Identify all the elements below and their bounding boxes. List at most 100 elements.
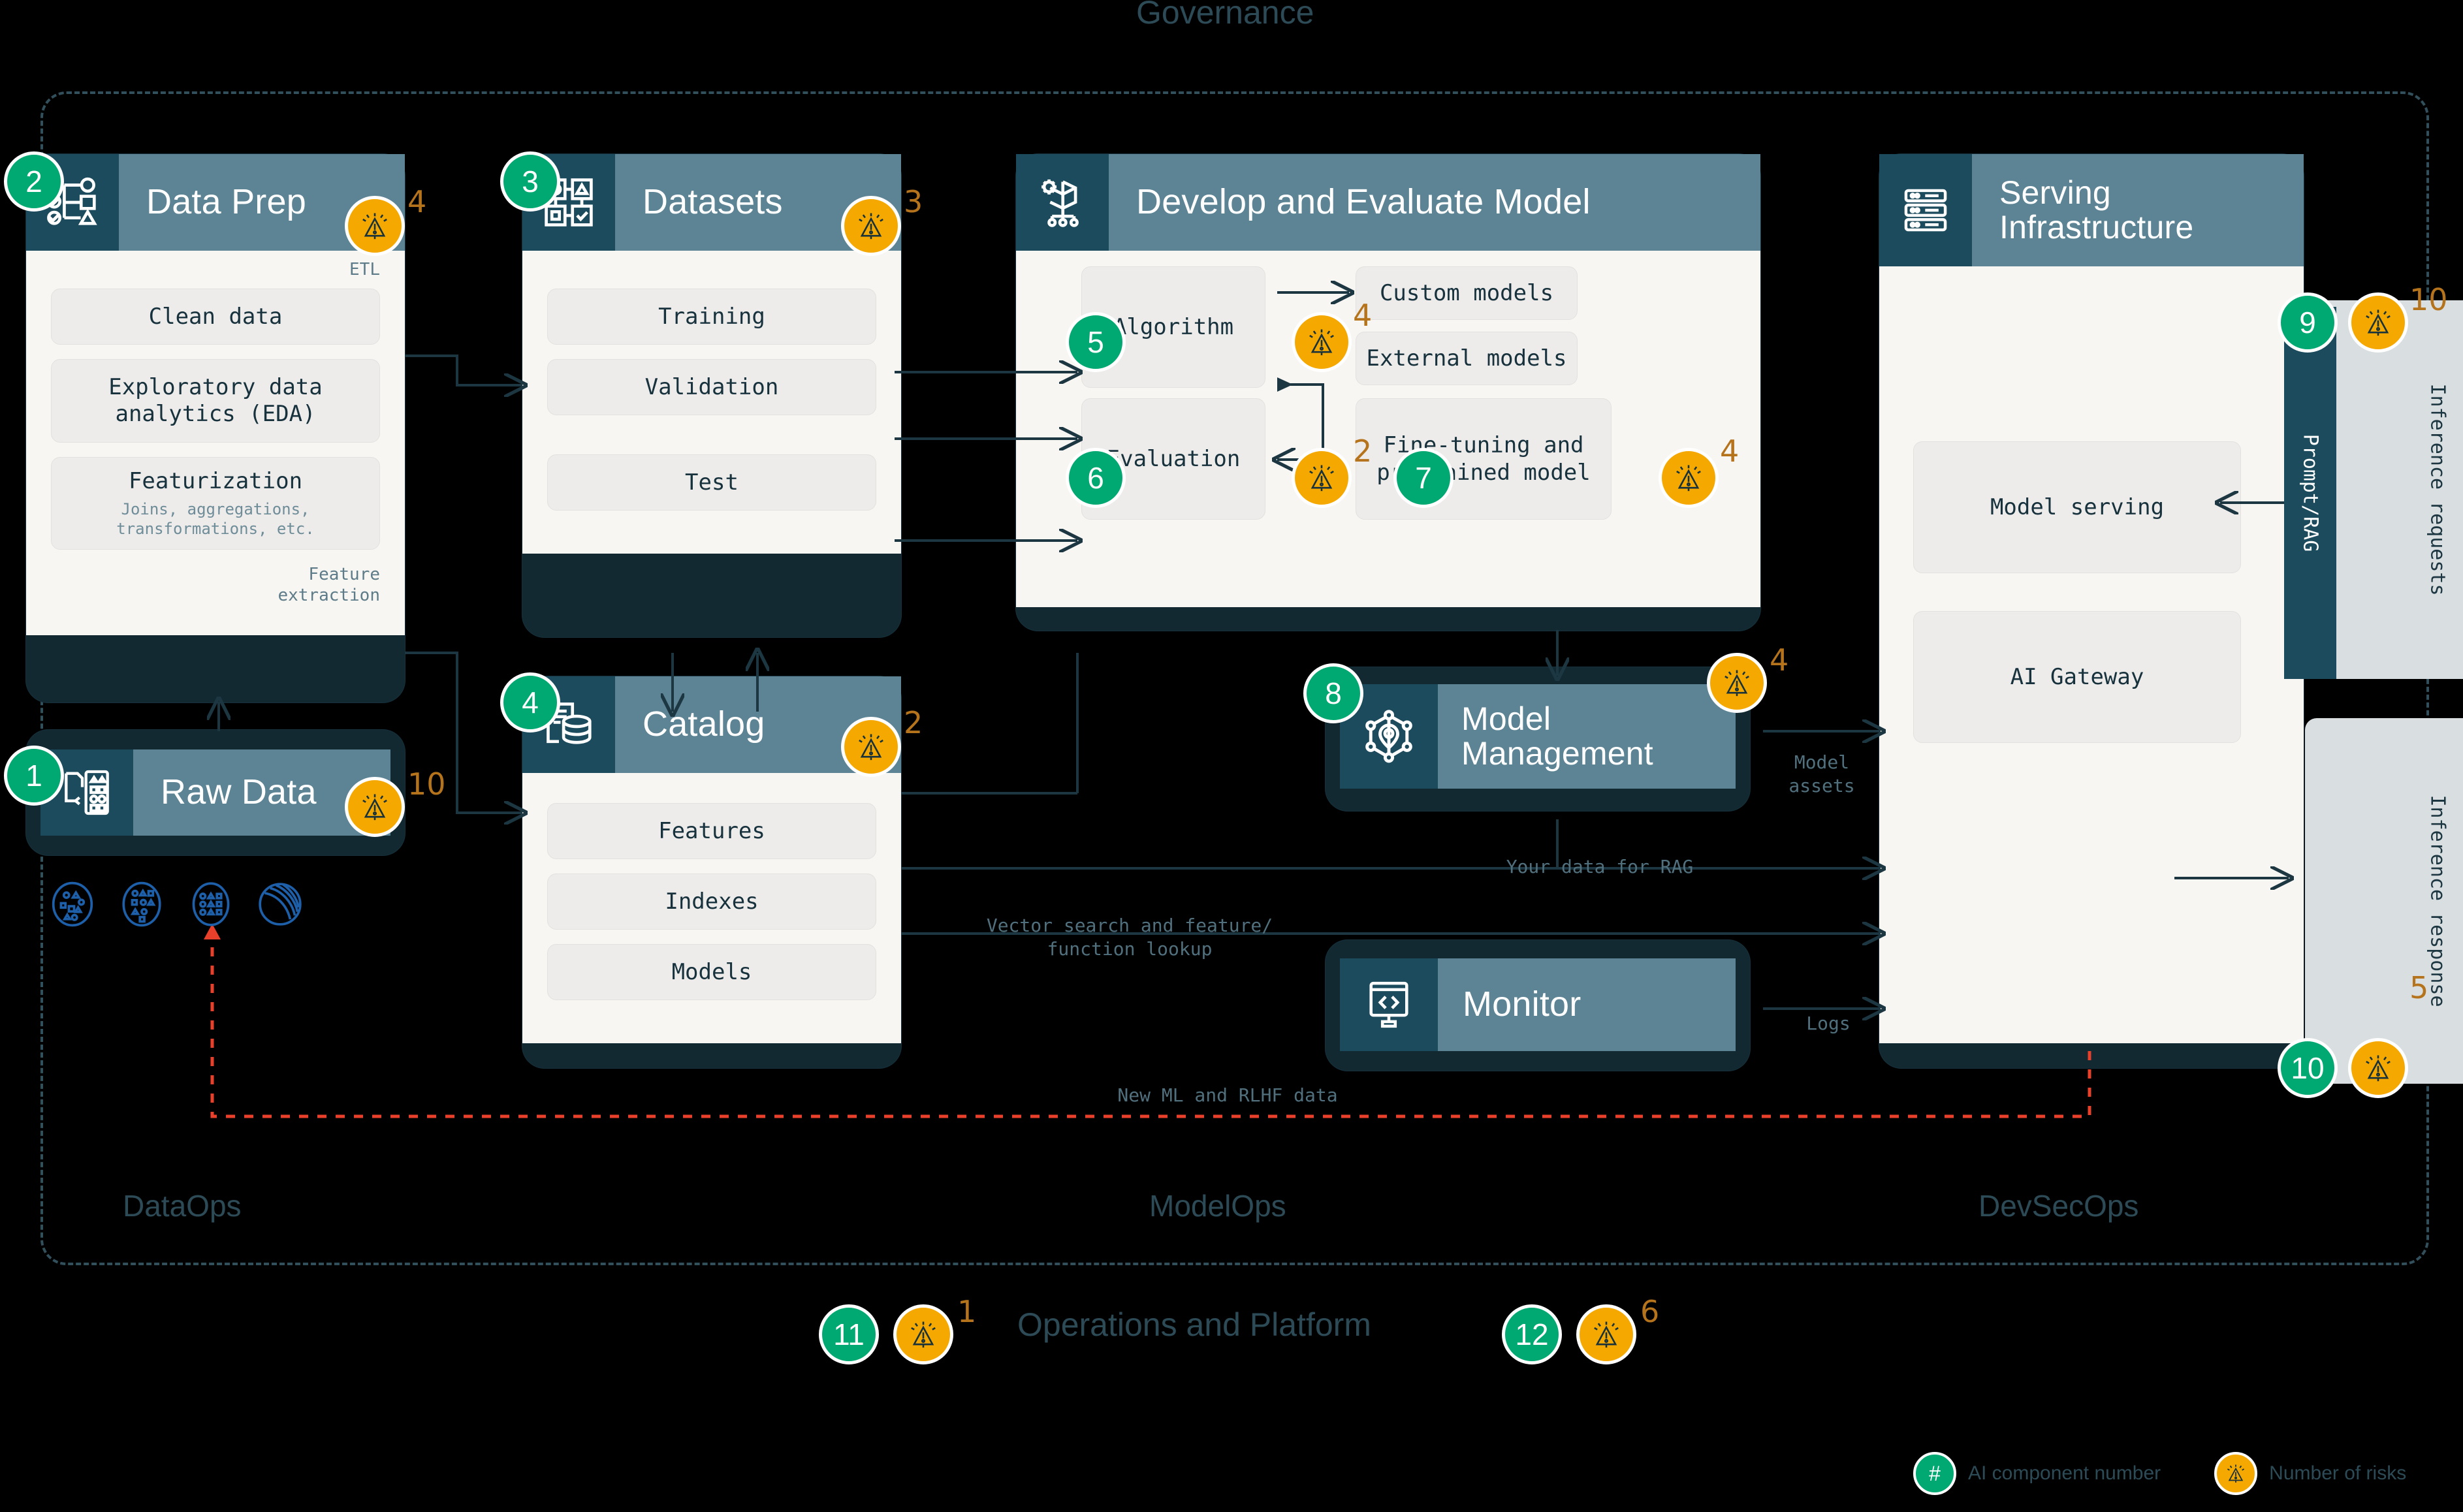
develop-title: Develop and Evaluate Model [1136,182,1591,222]
pill-featurization[interactable]: Featurization Joins, aggregations, trans… [51,456,380,550]
gear-network-icon [1016,154,1109,251]
card-develop-evaluate-model[interactable]: Develop and Evaluate Model Algorithm Eva… [1016,154,1760,631]
risk-count-ops-12: 6 [1640,1294,1660,1329]
warning-icon [911,1321,936,1348]
scattered-shapes-icon [52,881,93,927]
warning-icon [362,794,387,821]
component-badge-1[interactable]: 1 [4,746,64,806]
raw-data-header: Raw Data [40,749,390,836]
ops-platform-title: Operations and Platform [1017,1306,1371,1343]
structured-grid-icon [192,882,230,926]
data-prep-body: ETL Clean data Exploratory data analytic… [26,251,405,635]
risk-count-fine-tuning: 4 [1720,433,1740,469]
risk-badge-ops-11[interactable] [893,1304,953,1364]
monitor-title: Monitor [1463,984,1581,1024]
card-monitor[interactable]: Monitor [1326,940,1750,1071]
raw-data-title: Raw Data [161,772,317,812]
serving-title: Serving Infrastructure [1999,174,2194,245]
component-badge-6[interactable]: 6 [1066,448,1126,508]
component-badge-5[interactable]: 5 [1066,312,1126,372]
pill-featurization-sub: Joins, aggregations, transformations, et… [116,499,315,538]
risk-count-prompt-rag: 10 [2409,282,2448,317]
component-badge-2[interactable]: 2 [4,151,64,212]
risk-badge-ops-12[interactable] [1576,1304,1636,1364]
wire-label-logs: Logs [1806,1013,1851,1034]
monitor-title-box: Monitor [1438,958,1736,1051]
governance-title: Governance [1136,0,1314,31]
warning-icon [2366,309,2391,336]
model-management-title: Model Management [1461,701,1653,772]
diagram-canvas: Governance DataOps ModelOps DevSecOps Da… [0,0,2463,1512]
monitor-header: Monitor [1340,958,1736,1051]
wire-label-vector-search: Vector search and feature/ function look… [986,915,1273,960]
card-serving-infrastructure[interactable]: Serving Infrastructure Model serving AI … [1879,154,2304,1068]
warning-icon [2227,1464,2245,1483]
inference-response-strip[interactable]: Inference response [2305,718,2463,1084]
warning-icon [1724,670,1749,697]
develop-internal-arrows [1016,251,1760,607]
risk-badge-catalog[interactable] [841,717,901,777]
warning-icon [859,213,883,240]
raw-data-source-icons [48,880,304,928]
zone-label-devsecops: DevSecOps [1978,1189,2139,1223]
develop-body: Algorithm Evaluation Custom models Exter… [1016,251,1760,607]
risk-badge-model-management[interactable] [1707,653,1767,713]
pill-training[interactable]: Training [547,289,876,345]
risk-count-data-prep: 4 [407,184,427,219]
feature-extraction-label: Feature extraction [51,564,380,606]
datasets-title: Datasets [643,182,783,222]
wire-label-your-data-rag: Your data for RAG [1506,856,1694,877]
component-badge-9[interactable]: 9 [2278,292,2338,353]
component-badge-12[interactable]: 12 [1502,1304,1562,1364]
warning-icon [1309,465,1334,492]
wire-label-model-assets: Model assets [1788,751,1855,797]
risk-badge-fine-tuning[interactable] [1659,448,1719,508]
model-management-title-box: Model Management [1438,684,1736,789]
pill-features[interactable]: Features [547,803,876,859]
risk-badge-raw-data[interactable] [345,777,405,837]
risk-count-evaluation: 2 [1353,433,1373,469]
pill-models[interactable]: Models [547,944,876,1000]
risk-badge-prompt-rag[interactable] [2348,292,2408,353]
risk-badge-data-prep[interactable] [345,196,405,256]
feature-extraction-line1: Feature [308,564,380,584]
risk-badge-algorithm[interactable] [1292,312,1352,372]
pill-featurization-label: Featurization [128,467,303,494]
card-model-management[interactable]: Model Management [1326,667,1750,811]
pill-ai-gateway[interactable]: AI Gateway [1913,611,2241,743]
component-badge-10[interactable]: 10 [2278,1038,2338,1098]
datasets-body: Training Validation Test [522,251,901,554]
model-management-header: Model Management [1340,684,1736,789]
pill-indexes[interactable]: Indexes [547,874,876,930]
risk-badge-evaluation[interactable] [1292,448,1352,508]
develop-title-box: Develop and Evaluate Model [1109,154,1760,251]
risk-badge-datasets[interactable] [841,196,901,256]
pill-eda[interactable]: Exploratory data analytics (EDA) [51,359,380,443]
legend-risk: Number of risks [2214,1452,2406,1495]
component-badge-8[interactable]: 8 [1303,663,1363,723]
pill-eda-label: Exploratory data analytics (EDA) [108,374,323,427]
pill-model-serving[interactable]: Model serving [1913,441,2241,573]
risk-count-datasets: 3 [904,184,923,219]
risk-count-inference-response: 5 [2409,970,2429,1005]
legend-component-text: AI component number [1968,1462,2161,1484]
inference-requests-label: Inference requests [2426,383,2449,596]
risk-badge-inference-response[interactable] [2348,1038,2408,1098]
etl-label: ETL [349,260,380,279]
catalog-body: Features Indexes Models [522,773,901,1043]
prompt-rag-strip[interactable]: Prompt/RAG [2284,307,2336,679]
feature-extraction-line2: extraction [278,586,380,606]
pill-clean-data[interactable]: Clean data [51,289,380,345]
component-badge-7[interactable]: 7 [1393,448,1454,508]
serving-title-box: Serving Infrastructure [1972,154,2304,266]
prompt-rag-label: Prompt/RAG [2298,433,2322,552]
component-badge-4[interactable]: 4 [500,672,560,732]
component-badge-11[interactable]: 11 [819,1304,879,1364]
zone-label-modelops: ModelOps [1149,1189,1286,1223]
legend-component: # AI component number [1913,1452,2161,1495]
risk-count-model-management: 4 [1770,642,1789,678]
pill-validation[interactable]: Validation [547,359,876,415]
component-badge-3[interactable]: 3 [500,151,560,212]
pill-test[interactable]: Test [547,454,876,511]
catalog-title: Catalog [643,704,765,744]
